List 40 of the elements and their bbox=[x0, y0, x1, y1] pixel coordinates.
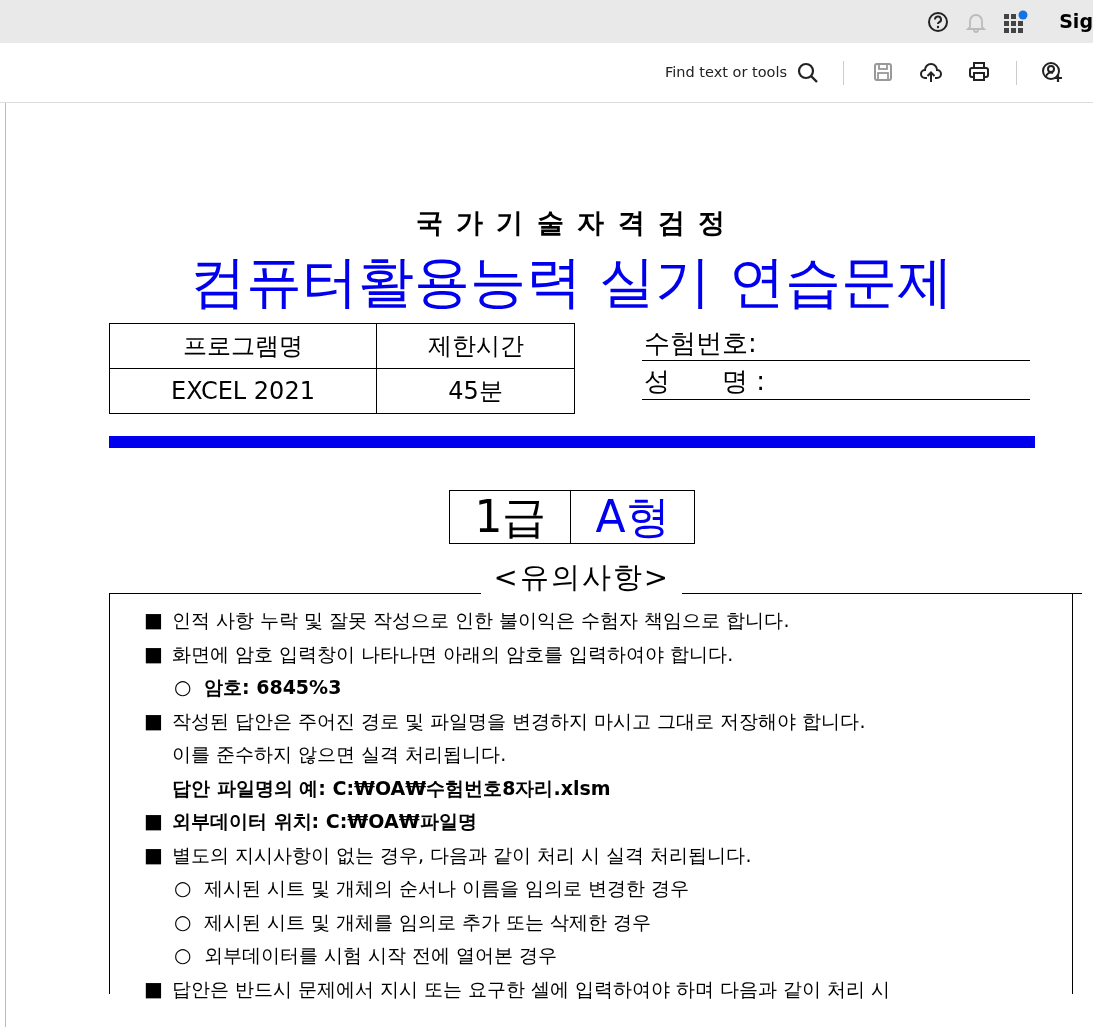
person-add-icon bbox=[1041, 60, 1065, 85]
apps-grid-icon[interactable] bbox=[1003, 9, 1030, 34]
notice-text: 제시된 시트 및 개체의 순서나 이름을 임의로 변경한 경우 bbox=[204, 876, 690, 902]
square-bullet: ■ bbox=[144, 841, 164, 869]
notice-text: 이를 준수하지 않으면 실격 처리됩니다. bbox=[172, 742, 507, 768]
notice-text: 외부데이터를 시험 시작 전에 열어본 경우 bbox=[204, 943, 558, 969]
cloud-upload-icon bbox=[920, 60, 944, 85]
table-cell: EXCEL 2021 bbox=[109, 368, 377, 414]
square-bullet: ■ bbox=[144, 707, 164, 735]
notice-text: 답안 파일명의 예: C:₩OA₩수험번호8자리.xlsm bbox=[172, 775, 611, 801]
square-bullet: ■ bbox=[144, 640, 164, 668]
notice-text: 답안은 반드시 문제에서 지시 또는 요구한 셀에 입력하여야 하며 다음과 같이 처리 시 bbox=[172, 976, 891, 1002]
notice-text: 인적 사항 누락 및 잘못 작성으로 인한 불이익은 수험자 책임으로 합니다. bbox=[172, 608, 790, 634]
circle-bullet: ○ bbox=[174, 674, 193, 702]
notice-text: 제시된 시트 및 개체를 임의로 추가 또는 삭제한 경우 bbox=[204, 909, 652, 935]
notice-text: 화면에 암호 입력창이 나타나면 아래의 암호를 입력하여야 합니다. bbox=[172, 641, 734, 667]
table-cell: 45분 bbox=[376, 368, 575, 414]
type-cell: A형 bbox=[570, 490, 695, 544]
circle-bullet: ○ bbox=[174, 875, 193, 903]
notice-text: 작성된 답안은 주어진 경로 및 파일명을 변경하지 마시고 그대로 저장해야 합니다. bbox=[172, 708, 866, 734]
notice-text: 별도의 지시사항이 없는 경우, 다음과 같이 처리 시 실격 처리됩니다. bbox=[172, 842, 752, 868]
search-icon[interactable] bbox=[797, 61, 819, 84]
fill-in-line: 성 명 : bbox=[642, 365, 1030, 401]
square-bullet: ■ bbox=[144, 808, 164, 836]
notice-text: 외부데이터 위치: C:₩OA₩파일명 bbox=[172, 809, 477, 835]
notice-text: 암호: 6845%3 bbox=[204, 675, 342, 701]
table-header-cell: 프로그램명 bbox=[109, 323, 377, 369]
square-bullet: ■ bbox=[144, 607, 164, 635]
notice-title: <유의사항> bbox=[492, 561, 671, 594]
exam-title: 컴퓨터활용능력 실기 연습문제 bbox=[188, 247, 955, 315]
grade-cell: 1급 bbox=[449, 490, 571, 544]
sign-in-label[interactable]: Sig bbox=[1059, 7, 1093, 36]
search-label[interactable]: Find text or tools bbox=[665, 61, 787, 84]
exam-header: 국 가 기 술 자 격 검 정 bbox=[414, 206, 729, 240]
help-icon[interactable] bbox=[927, 10, 950, 33]
fill-in-line: 수험번호: bbox=[642, 326, 1030, 362]
circle-bullet: ○ bbox=[174, 908, 193, 936]
circle-bullet: ○ bbox=[174, 942, 193, 970]
square-bullet: ■ bbox=[144, 975, 164, 1003]
table-header-cell: 제한시간 bbox=[376, 323, 575, 369]
